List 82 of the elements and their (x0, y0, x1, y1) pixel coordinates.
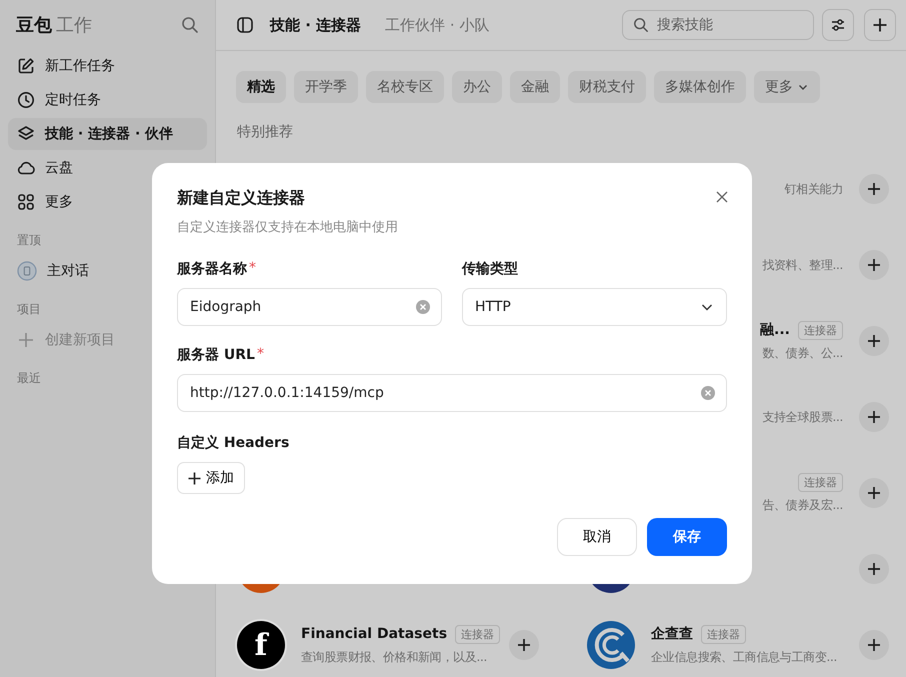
close-icon[interactable] (716, 191, 728, 203)
section-heading: 最近 (17, 370, 41, 387)
save-button[interactable]: 保存 (647, 518, 727, 556)
add-button[interactable] (859, 326, 889, 356)
sidebar-toggle-icon[interactable] (236, 16, 254, 34)
plus-icon (867, 182, 881, 196)
card-title: Financial Datasets (301, 626, 448, 642)
search-field[interactable]: 搜索技能 (622, 10, 814, 40)
nav-item[interactable]: 定时任务 (8, 84, 207, 116)
brand-name: 豆包 (16, 14, 52, 37)
layers-icon (17, 125, 35, 143)
add-button[interactable] (859, 630, 889, 660)
plus-icon (517, 638, 531, 652)
logo: f (237, 621, 285, 669)
section-heading: 项目 (17, 301, 41, 318)
card-description: 钉相关能力 (784, 180, 843, 198)
plus-icon (872, 17, 888, 33)
pen-icon (17, 57, 35, 75)
input-field[interactable]: http://127.0.0.1:14159/mcp (177, 374, 727, 412)
dialog-subtitle: 自定义连接器仅支持在本地电脑中使用 (177, 219, 399, 236)
search-icon (633, 17, 649, 33)
field-label: 传输类型 (462, 260, 518, 278)
card-description: 支持全球股票... (762, 408, 843, 426)
add-button[interactable] (859, 554, 889, 584)
section-title: 特别推荐 (236, 123, 294, 141)
grid-icon (17, 193, 35, 211)
card-description: 告、债券及宏... (762, 496, 843, 514)
chat-avatar-icon (17, 261, 37, 281)
tag: 连接器 (455, 624, 500, 644)
add-button[interactable] (859, 174, 889, 204)
tag: 连接器 (798, 472, 843, 492)
required-mark: * (249, 260, 256, 278)
plus-icon (867, 258, 881, 272)
category-chip[interactable]: 金融 (510, 71, 560, 103)
category-chip[interactable]: 办公 (452, 71, 502, 103)
plus-icon (17, 331, 35, 349)
filter-button[interactable] (822, 9, 854, 41)
card-description: 找资料、整理... (762, 256, 843, 274)
search-icon[interactable] (181, 16, 199, 34)
brand-suffix: 工作 (56, 14, 92, 37)
clock-icon (17, 91, 35, 109)
card-title: 融... (760, 321, 790, 339)
sliders-icon (830, 17, 846, 33)
plus-icon (867, 638, 881, 652)
add-button[interactable] (864, 9, 896, 41)
tag: 连接器 (798, 320, 843, 340)
dialog-title: 新建自定义连接器 (177, 188, 306, 209)
add-button[interactable] (859, 402, 889, 432)
card-description: 数、债券、公... (762, 344, 843, 362)
input-field[interactable]: Eidograph (177, 288, 442, 326)
category-chip[interactable]: 名校专区 (366, 71, 444, 103)
card-description: 查询股票财报、价格和新闻，以及... (301, 648, 488, 666)
plus-icon (867, 334, 881, 348)
tag: 连接器 (701, 624, 746, 644)
category-chip[interactable]: 更多 (754, 71, 820, 103)
cancel-button[interactable]: 取消 (557, 518, 637, 556)
field-label: 服务器 URL (177, 346, 255, 364)
plus-icon (867, 562, 881, 576)
tab[interactable]: 技能 · 连接器 (270, 16, 362, 34)
cloud-icon (17, 159, 35, 177)
nav-item[interactable]: 技能 · 连接器 · 伙伴 (8, 118, 207, 150)
nav-item[interactable]: 新工作任务 (8, 50, 207, 82)
required-mark: * (256, 346, 264, 364)
logo-icon (587, 621, 635, 669)
plus-icon (867, 486, 881, 500)
add-button[interactable] (859, 478, 889, 508)
plus-icon (867, 410, 881, 424)
category-chip[interactable]: 多媒体创作 (654, 71, 746, 103)
add-header-button[interactable]: 添加 (177, 462, 245, 494)
category-chip[interactable]: 开学季 (294, 71, 358, 103)
transport-select[interactable]: HTTP (462, 288, 727, 326)
add-button[interactable] (859, 250, 889, 280)
add-button[interactable] (509, 630, 539, 660)
plus-icon (188, 472, 201, 484)
field-label: 自定义 Headers (177, 434, 290, 452)
category-chip[interactable]: 精选 (236, 71, 286, 103)
field-label: 服务器名称 (177, 260, 247, 278)
nav-item[interactable]: 云盘 (8, 152, 207, 184)
category-chip[interactable]: 财税支付 (568, 71, 646, 103)
card-title: 企查查 (651, 625, 693, 643)
card-description: 企业信息搜索、工商信息与工商变... (651, 648, 838, 666)
section-heading: 置顶 (17, 232, 41, 249)
